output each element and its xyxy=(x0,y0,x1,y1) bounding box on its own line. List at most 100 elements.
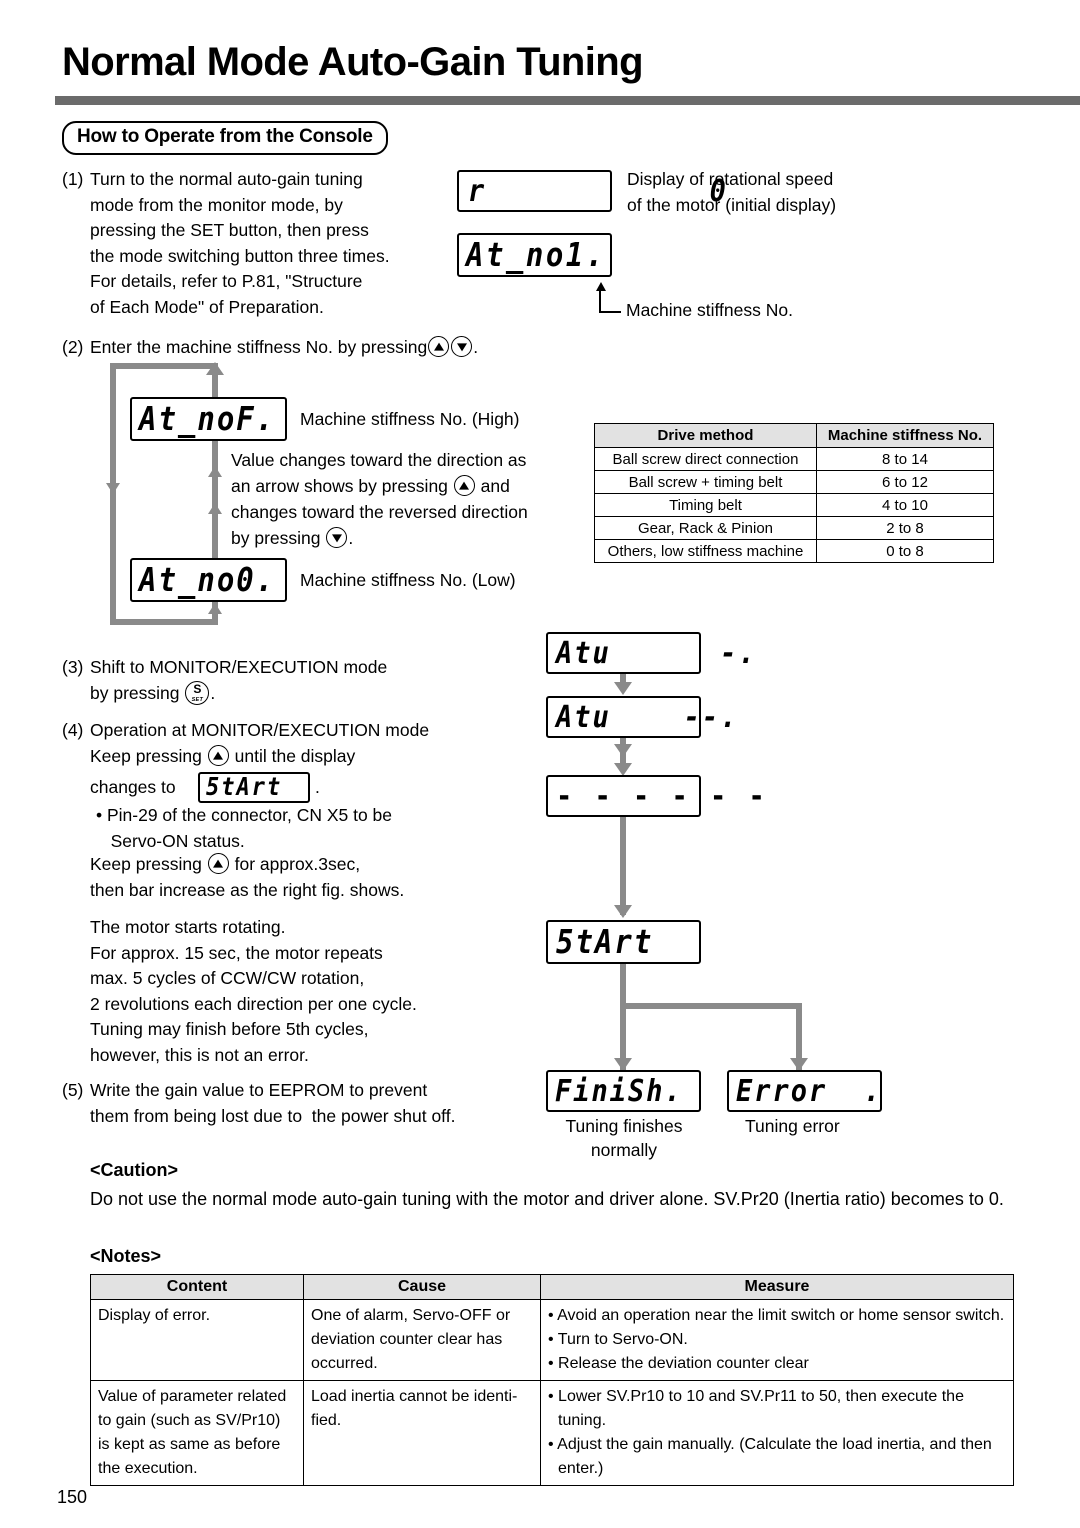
stiffness-no-header: Machine stiffness No. xyxy=(815,423,995,448)
cause-header: Cause xyxy=(303,1274,541,1300)
caution-body: Do not use the normal mode auto-gain tun… xyxy=(90,1189,1004,1209)
annotation-tuning-error: Tuning error xyxy=(745,1116,840,1136)
drive-method-cell: Timing belt xyxy=(594,493,817,517)
step-1-text: Turn to the normal auto-gain tuning mode… xyxy=(90,169,390,317)
stiffness-no-cell: 0 to 8 xyxy=(815,539,995,563)
document-page: Normal Mode Auto-Gain Tuning How to Oper… xyxy=(0,0,1080,1528)
loop-top-horizontal xyxy=(110,363,218,369)
led-display-atu-1: Atu -. xyxy=(546,632,755,674)
step-4-line5: then bar increase as the right fig. show… xyxy=(90,880,405,900)
table-header-row: Content Cause Measure xyxy=(90,1274,1014,1300)
note-cause-cell: Load inertia cannot be identi-fied. xyxy=(303,1380,541,1486)
note-cause-cell: One of alarm, Servo-OFF or deviation cou… xyxy=(303,1299,541,1381)
step-4-keep-pressing: Keep pressing xyxy=(90,746,202,766)
step-3-label: by pressing xyxy=(90,683,180,703)
up-key-icon[interactable] xyxy=(453,475,475,496)
stiffness-no-cell: 6 to 12 xyxy=(815,470,995,494)
step-1-number: (1) xyxy=(62,169,84,189)
step-4-line4: Keep pressing for approx.3sec, xyxy=(90,852,360,878)
drive-method-cell: Gear, Rack & Pinion xyxy=(594,516,817,540)
value-changes-2b: and xyxy=(480,476,510,496)
annotation-initial-display: Display of rotational speed of the motor… xyxy=(627,169,837,215)
step-4-until-display: until the display xyxy=(234,746,356,766)
led-display-atu-2: Atu --. xyxy=(546,696,737,738)
value-changes-4a: by pressing xyxy=(231,528,321,548)
loop-up-arrow-mid2-icon xyxy=(208,503,222,514)
step-2-text: Enter the machine stiffness No. by press… xyxy=(90,335,478,361)
step-4-keep-pressing-2: Keep pressing xyxy=(90,854,202,874)
measure-header: Measure xyxy=(540,1274,1014,1300)
step-2-number: (2) xyxy=(62,337,84,357)
table-row: Timing belt 4 to 10 xyxy=(594,493,995,517)
leader-horizontal xyxy=(599,311,621,313)
step-4-line3-period: . xyxy=(315,777,320,797)
step-4-paragraph: The motor starts rotating. For approx. 1… xyxy=(90,917,417,1065)
set-key-icon[interactable]: S SET xyxy=(185,681,210,705)
note-measure-cell: • Lower SV.Pr10 to 10 and SV.Pr11 to 50,… xyxy=(540,1380,1014,1486)
loop-left-vertical xyxy=(110,363,116,625)
step-4-line2: Keep pressing until the display xyxy=(90,744,355,770)
led-display-at-no1: At_no1. xyxy=(457,233,612,277)
table-row: Display of error. One of alarm, Servo-OF… xyxy=(90,1299,1014,1381)
drive-method-cell: Ball screw + timing belt xyxy=(594,470,817,494)
flow-arrow-down-1-icon xyxy=(614,682,632,695)
step-4-approx-3sec: for approx.3sec, xyxy=(234,854,361,874)
loop-bottom-horizontal xyxy=(110,619,218,625)
note-content-cell: Display of error. xyxy=(90,1299,304,1381)
value-changes-2a: an arrow shows by pressing xyxy=(231,476,448,496)
flow-arrow-down-2a-icon xyxy=(614,744,632,757)
step-3-period: . xyxy=(210,683,216,703)
measure-bullet: • Adjust the gain manually. (Calculate t… xyxy=(548,1436,992,1477)
measure-bullet: • Avoid an operation near the limit swit… xyxy=(548,1307,1005,1324)
value-changes-4b: . xyxy=(348,528,354,548)
annotation-stiffness-low: Machine stiffness No. (Low) xyxy=(300,570,516,590)
led-display-start-flow: 5tArt xyxy=(546,920,701,964)
table-row: Others, low stiffness machine 0 to 8 xyxy=(594,539,995,563)
stiffness-no-cell: 8 to 14 xyxy=(815,447,995,471)
step-3-line2: by pressing S SET. xyxy=(90,681,215,707)
flow-line-3 xyxy=(620,817,626,915)
step-4-number: (4) xyxy=(62,720,84,740)
up-key-icon[interactable] xyxy=(428,336,450,357)
table-row: Ball screw direct connection 8 to 14 xyxy=(594,447,995,471)
notes-heading: <Notes> xyxy=(90,1246,162,1266)
leader-vertical xyxy=(599,291,601,313)
measure-bullet: • Turn to Servo-ON. xyxy=(548,1331,688,1348)
table-row: Gear, Rack & Pinion 2 to 8 xyxy=(594,516,995,540)
step-3-number: (3) xyxy=(62,657,84,677)
down-key-icon[interactable] xyxy=(451,336,473,357)
stiffness-no-cell: 2 to 8 xyxy=(815,516,995,540)
content-header: Content xyxy=(90,1274,304,1300)
measure-bullet: • Release the deviation counter clear xyxy=(548,1355,809,1372)
led-display-at-no0: At_no0. xyxy=(130,558,287,602)
table-row: Ball screw + timing belt 6 to 12 xyxy=(594,470,995,494)
notes-table: Content Cause Measure Display of error. … xyxy=(90,1274,1014,1486)
step-3-line1: Shift to MONITOR/EXECUTION mode xyxy=(90,657,388,677)
table-row: Value of parameter related to gain (such… xyxy=(90,1380,1014,1486)
annotation-value-changes-line3: changes toward the reversed direction xyxy=(231,502,528,522)
step-4-changes-to: changes to xyxy=(90,777,176,797)
drive-method-cell: Ball screw direct connection xyxy=(594,447,817,471)
led-display-start-inline: 5tArt xyxy=(198,772,310,803)
drive-method-table: Drive method Machine stiffness No. Ball … xyxy=(594,423,995,563)
step-5-text: Write the gain value to EEPROM to preven… xyxy=(90,1080,456,1126)
led-display-initial-speed: r 0 xyxy=(457,170,726,212)
up-key-icon[interactable] xyxy=(207,745,229,766)
title-rule xyxy=(55,96,1080,105)
annotation-value-changes-line2: an arrow shows by pressing and xyxy=(231,474,510,500)
up-key-icon[interactable] xyxy=(207,853,229,874)
drive-method-header: Drive method xyxy=(594,423,817,448)
drive-method-cell: Others, low stiffness machine xyxy=(594,539,817,563)
led-display-bars: - - - - - - xyxy=(546,775,765,817)
page-number: 150 xyxy=(57,1487,88,1507)
step-5-number: (5) xyxy=(62,1080,84,1100)
flow-line-branch-horizontal xyxy=(620,1003,802,1009)
down-key-icon[interactable] xyxy=(326,527,348,548)
loop-up-arrow-bottom-icon xyxy=(208,603,222,614)
led-display-finish: FiniSh. xyxy=(546,1070,701,1112)
loop-up-arrow-mid1-icon xyxy=(208,466,222,477)
flow-line-branch-stem xyxy=(620,964,626,1070)
leader-arrow-up-icon xyxy=(596,282,606,291)
step-4-bullet: • Pin-29 of the connector, CN X5 to be S… xyxy=(96,805,393,851)
annotation-stiffness-high: Machine stiffness No. (High) xyxy=(300,409,520,429)
